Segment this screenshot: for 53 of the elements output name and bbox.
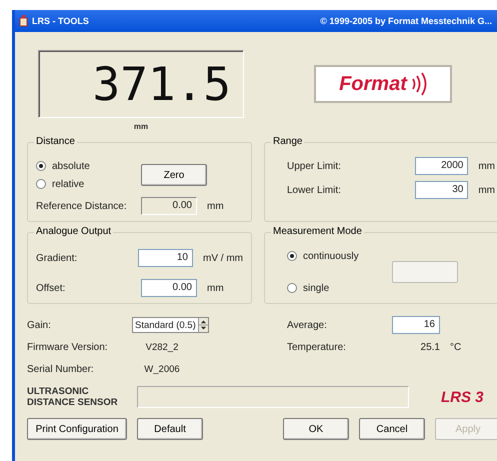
distance-display: 371.5 <box>38 50 244 118</box>
unit-label: mm <box>478 184 495 196</box>
copyright-text: © 1999-2005 by Format Messtechnik G... <box>320 16 492 26</box>
group-title: Distance <box>34 136 77 147</box>
group-title: Range <box>271 136 304 147</box>
dialog-button[interactable]: Print Configuration <box>27 418 127 440</box>
input-field[interactable]: 30 <box>414 181 468 199</box>
info-value: W_2006 <box>143 364 181 374</box>
input-field[interactable]: 10 <box>138 249 193 267</box>
radio-label[interactable]: relative <box>52 178 84 190</box>
field-label: Reference Distance: <box>36 200 128 212</box>
field-label: Lower Limit: <box>287 184 342 196</box>
unit-label: mm <box>207 200 224 212</box>
group-title: Analogue Output <box>34 226 114 237</box>
field-label: Gradient: <box>36 252 78 264</box>
radio-button[interactable] <box>36 179 46 189</box>
radio-label[interactable]: absolute <box>52 160 90 172</box>
radio-button[interactable] <box>287 283 297 293</box>
info-label: Temperature: <box>287 342 347 352</box>
gain-spinner[interactable]: Standard (0.5) <box>132 317 209 333</box>
window-title: LRS - TOOLS <box>32 16 89 26</box>
unit-label: mm <box>207 282 224 294</box>
radio-label[interactable]: continuously <box>303 250 359 262</box>
sensor-name: ULTRASONIC DISTANCE SENSOR <box>27 386 119 408</box>
input-field[interactable]: 0.00 <box>141 279 197 297</box>
logo-text: Format <box>339 72 407 96</box>
dialog-button[interactable]: Default <box>137 418 203 440</box>
info-label: Serial Number: <box>27 364 95 374</box>
unit-label: mm <box>478 160 495 172</box>
info-value: 25.1 <box>420 342 440 352</box>
field-label: Upper Limit: <box>287 160 342 172</box>
info-value: V282_2 <box>144 342 180 352</box>
display-unit: mm <box>134 122 148 131</box>
dialog-button[interactable]: OK <box>283 418 349 440</box>
input-field: 0.00 <box>141 197 197 215</box>
radio-button[interactable] <box>36 161 46 171</box>
group-title: Measurement Mode <box>271 226 364 237</box>
field-label: Offset: <box>36 282 66 294</box>
info-label: Firmware Version: <box>27 342 109 352</box>
dialog-button[interactable]: Cancel <box>359 418 425 440</box>
input-field[interactable]: 2000 <box>414 157 468 175</box>
input-field[interactable]: 16 <box>392 316 440 334</box>
zero-button[interactable]: Zero <box>141 164 207 186</box>
radio-button[interactable] <box>287 251 297 261</box>
field-label: Gain: <box>27 320 52 330</box>
model-name: LRS 3 <box>441 388 484 406</box>
spin-arrows-icon[interactable] <box>198 318 208 332</box>
app-icon <box>19 15 28 27</box>
radio-label[interactable]: single <box>303 282 330 294</box>
unit-label: mV / mm <box>203 252 243 264</box>
field-label: Average: <box>287 320 328 330</box>
unit-label: °C <box>450 342 462 352</box>
sound-waves-icon <box>410 72 427 96</box>
